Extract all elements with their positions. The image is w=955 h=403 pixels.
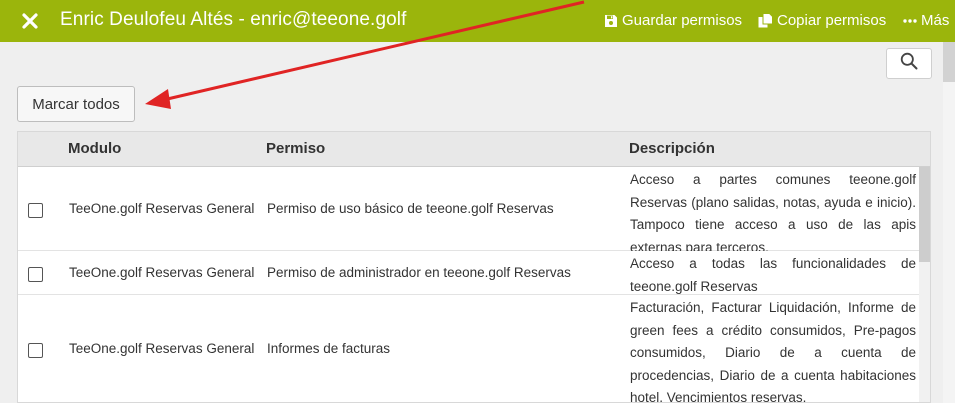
save-permissions-button[interactable]: Guardar permisos <box>604 12 742 29</box>
row-permission: Informes de facturas <box>267 341 391 356</box>
copy-permissions-button[interactable]: Copiar permisos <box>758 12 886 29</box>
row-permission: Permiso de administrador en teeone.golf … <box>267 265 571 280</box>
close-icon[interactable] <box>19 10 41 32</box>
row-module: TeeOne.golf Reservas General <box>69 341 255 356</box>
row-description: Facturación, Facturar Liquidación, Infor… <box>630 300 916 403</box>
top-bar: Enric Deulofeu Altés - enric@teeone.golf… <box>0 0 955 42</box>
table-row: TeeOne.golf Reservas General Permiso de … <box>18 251 921 295</box>
more-menu-button[interactable]: Más <box>903 12 949 29</box>
row-checkbox[interactable] <box>28 343 43 358</box>
table-header: Modulo Permiso Descripción <box>18 132 930 167</box>
row-module: TeeOne.golf Reservas General <box>69 201 255 216</box>
page-title: Enric Deulofeu Altés - enric@teeone.golf <box>60 9 407 30</box>
page-scrollbar-thumb[interactable] <box>943 42 955 82</box>
column-header-module[interactable]: Modulo <box>68 140 121 157</box>
save-permissions-label: Guardar permisos <box>622 12 743 29</box>
permissions-table: Modulo Permiso Descripción TeeOne.golf R… <box>17 131 931 403</box>
mark-all-button[interactable]: Marcar todos <box>17 86 135 122</box>
row-module: TeeOne.golf Reservas General <box>69 265 255 280</box>
copy-permissions-label: Copiar permisos <box>777 12 887 29</box>
row-checkbox[interactable] <box>28 203 43 218</box>
search-button[interactable] <box>886 48 932 79</box>
search-icon <box>900 52 918 75</box>
row-description: Acceso a partes comunes teeone.golf Rese… <box>630 172 916 255</box>
copy-icon <box>758 13 773 28</box>
row-checkbox[interactable] <box>28 267 43 282</box>
page-scrollbar[interactable] <box>943 42 955 403</box>
table-row: TeeOne.golf Reservas General Permiso de … <box>18 167 921 255</box>
table-scrollbar-thumb[interactable] <box>919 167 930 262</box>
row-permission: Permiso de uso básico de teeone.golf Res… <box>267 201 554 216</box>
more-menu-label: Más <box>921 12 950 29</box>
floppy-disk-icon <box>604 14 618 28</box>
column-header-description[interactable]: Descripción <box>629 140 715 157</box>
column-header-permission[interactable]: Permiso <box>266 140 325 157</box>
table-row: TeeOne.golf Reservas General Informes de… <box>18 295 921 403</box>
row-description: Acceso a todas las funcionalidades de te… <box>630 256 916 294</box>
ellipsis-icon <box>903 18 917 23</box>
